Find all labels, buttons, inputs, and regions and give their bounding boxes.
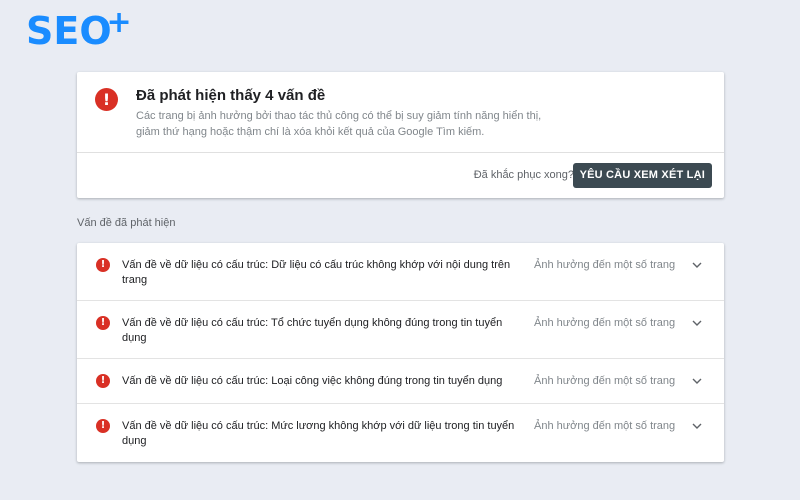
issue-text: Vấn đề về dữ liệu có cấu trúc: Dữ liệu c… — [122, 259, 511, 286]
issue-text: Vấn đề về dữ liệu có cấu trúc: Mức lương… — [122, 420, 515, 447]
error-icon: ! — [96, 258, 110, 272]
summary-body: ! Đã phát hiện thấy 4 vấn đề Các trang b… — [77, 72, 724, 153]
issue-row[interactable]: ! Vấn đề về dữ liệu có cấu trúc: Mức lươ… — [77, 404, 724, 462]
issue-row[interactable]: ! Vấn đề về dữ liệu có cấu trúc: Loại cô… — [77, 359, 724, 404]
logo-plus: + — [106, 5, 132, 40]
chevron-down-icon[interactable] — [691, 260, 703, 270]
summary-actions: Đã khắc phục xong? YÊU CẦU XEM XÉT LẠI — [77, 153, 724, 198]
issue-impact: Ảnh hưởng đến một số trang — [534, 420, 676, 432]
fixed-question-label: Đã khắc phục xong? — [473, 169, 574, 181]
issue-text: Vấn đề về dữ liệu có cấu trúc: Loại công… — [122, 375, 503, 387]
chevron-down-icon[interactable] — [691, 376, 703, 386]
issues-list: ! Vấn đề về dữ liệu có cấu trúc: Dữ liệu… — [77, 243, 724, 462]
error-icon: ! — [96, 374, 110, 388]
summary-title: Đã phát hiện thấy 4 vấn đề — [136, 87, 326, 104]
issues-section-label: Vấn đề đã phát hiện — [77, 217, 176, 229]
error-icon: ! — [96, 419, 110, 433]
issue-row[interactable]: ! Vấn đề về dữ liệu có cấu trúc: Dữ liệu… — [77, 243, 724, 301]
logo-text: SEO — [26, 9, 112, 53]
request-review-button[interactable]: YÊU CẦU XEM XÉT LẠI — [572, 163, 712, 188]
issue-row[interactable]: ! Vấn đề về dữ liệu có cấu trúc: Tổ chức… — [77, 301, 724, 359]
issue-impact: Ảnh hưởng đến một số trang — [534, 259, 676, 271]
chevron-down-icon[interactable] — [691, 318, 703, 328]
error-icon: ! — [96, 316, 110, 330]
issue-impact: Ảnh hưởng đến một số trang — [534, 317, 676, 329]
seo-plus-logo: SEO + — [26, 8, 132, 53]
issue-impact: Ảnh hưởng đến một số trang — [534, 375, 676, 387]
error-icon: ! — [95, 88, 118, 111]
manual-actions-summary-card: ! Đã phát hiện thấy 4 vấn đề Các trang b… — [77, 72, 724, 198]
chevron-down-icon[interactable] — [691, 421, 703, 431]
issue-text: Vấn đề về dữ liệu có cấu trúc: Tổ chức t… — [122, 317, 503, 344]
summary-description: Các trang bị ảnh hưởng bởi thao tác thủ … — [136, 110, 542, 138]
